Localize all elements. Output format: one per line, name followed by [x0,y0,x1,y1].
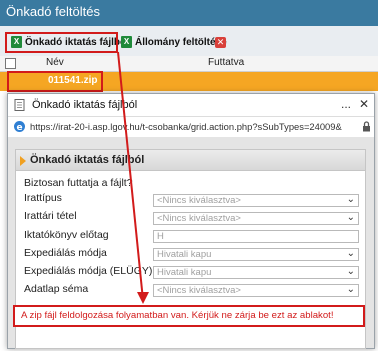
confirm-question: Biztosan futtatja a fájlt? [24,177,133,189]
chevron-down-icon: ⌄ [346,212,355,223]
field-label-dispatch-method-eluegy: Expediálás módja (ELÜGY) [24,265,153,277]
upload-button-highlight [5,32,118,53]
document-type-select[interactable]: <Nincs kiválasztva> ⌄ [153,194,359,207]
dispatch-method-eluegy-value: Hivatali kapu [157,267,212,278]
dispatch-method-eluegy-select[interactable]: Hivatali kapu ⌄ [153,266,359,279]
delete-button[interactable]: ✕ [215,34,226,50]
panel-title: Önkadó iktatás fájlból [30,154,145,166]
chevron-down-icon: ⌄ [346,284,355,295]
upload-file-button[interactable]: X Állomány feltöltése [121,34,227,50]
url-text: https://irat-20-i.asp.lgov.hu/t-csobanka… [30,121,342,132]
svg-text:e: e [16,123,22,133]
archive-item-select[interactable]: <Nincs kiválasztva> ⌄ [153,212,359,225]
excel-icon: X [121,36,132,48]
column-header-run[interactable]: Futtatva [208,57,244,68]
panel-arrow-icon [20,156,26,166]
chevron-down-icon: ⌄ [346,194,355,205]
row-highlight [7,71,103,92]
field-label-registry-prefix: Iktatókönyv előtag [24,229,109,241]
app-titlebar: Önkadó feltöltés [0,0,378,26]
upload-file-label: Állomány feltöltése [135,36,227,48]
form-schema-select[interactable]: <Nincs kiválasztva> ⌄ [153,284,359,297]
popup-titlebar: Önkadó iktatás fájlból ... ✕ [8,94,374,116]
field-label-archive-item: Irattári tétel [24,210,77,222]
app-title: Önkadó feltöltés [6,4,100,19]
document-type-value: <Nincs kiválasztva> [157,195,241,206]
popup-title: Önkadó iktatás fájlból [32,99,138,111]
chevron-down-icon: ⌄ [346,266,355,277]
ie-browser-icon: e [14,121,25,133]
page-icon [14,99,25,111]
dispatch-method-value: Hivatali kapu [157,249,212,260]
registry-prefix-value: H [157,231,164,242]
close-button[interactable]: ✕ [359,97,369,111]
minimize-button[interactable]: ... [341,97,351,111]
field-label-dispatch-method: Expediálás módja [24,247,107,259]
field-label-document-type: Irattípus [24,192,62,204]
chevron-down-icon: ⌄ [346,248,355,259]
address-bar[interactable]: e https://irat-20-i.asp.lgov.hu/t-csoban… [8,116,374,138]
delete-icon: ✕ [215,36,226,48]
panel-header: Önkadó iktatás fájlból [16,150,365,171]
status-message-box: A zip fájl feldolgozása folyamatban van.… [13,305,365,327]
dispatch-method-select[interactable]: Hivatali kapu ⌄ [153,248,359,261]
status-message: A zip fájl feldolgozása folyamatban van.… [21,310,334,321]
lock-icon [363,121,370,132]
form-schema-value: <Nincs kiválasztva> [157,285,241,296]
select-all-checkbox[interactable] [5,58,16,69]
registry-prefix-input[interactable]: H [153,230,359,243]
grid-header: Név Futtatva [0,56,378,72]
column-header-name[interactable]: Név [46,57,64,68]
field-label-form-schema: Adatlap séma [24,283,89,295]
archive-item-value: <Nincs kiválasztva> [157,213,241,224]
